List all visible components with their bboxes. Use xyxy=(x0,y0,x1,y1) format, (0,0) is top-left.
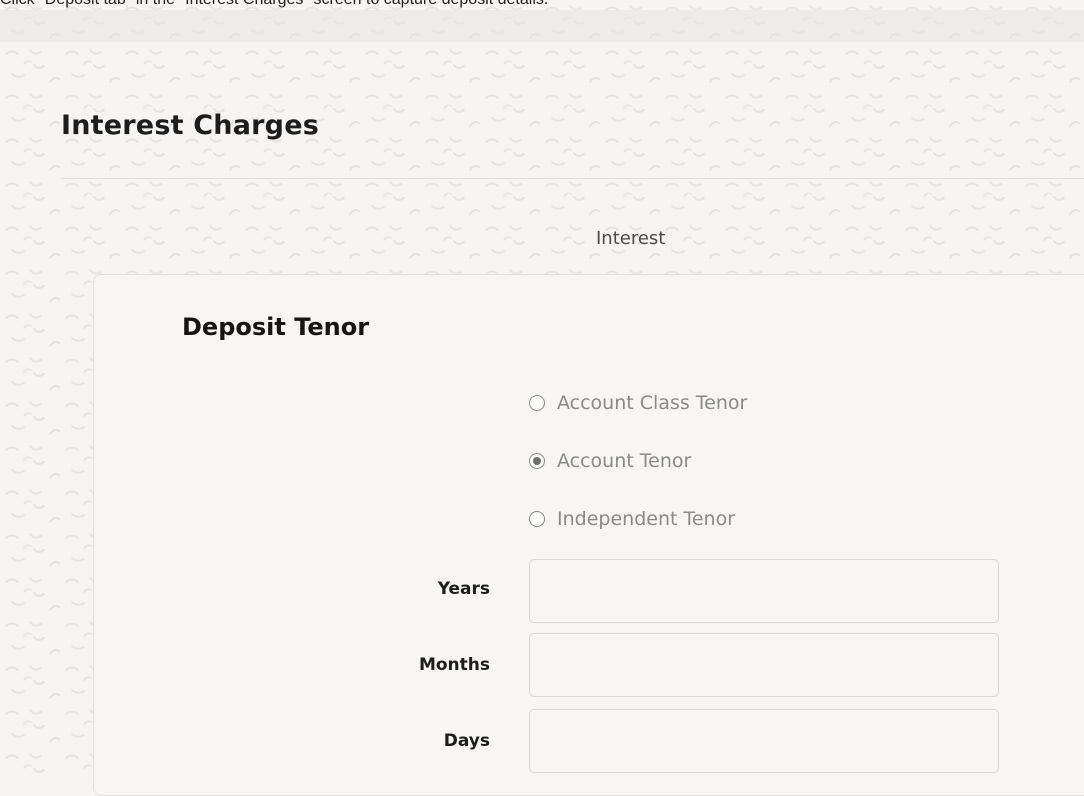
radio-independent-tenor[interactable]: Independent Tenor xyxy=(529,504,735,534)
radio-label: Independent Tenor xyxy=(557,508,736,530)
months-input[interactable] xyxy=(529,633,999,697)
radio-selected-icon xyxy=(529,453,545,469)
days-input[interactable] xyxy=(529,709,999,773)
radio-label: Account Tenor xyxy=(557,450,692,472)
radio-unselected-icon xyxy=(529,395,545,411)
radio-unselected-icon xyxy=(529,511,545,527)
caption-band xyxy=(0,10,1084,42)
radio-label: Account Class Tenor xyxy=(557,392,748,414)
title-divider xyxy=(61,178,1084,179)
years-input[interactable] xyxy=(529,559,999,623)
radio-account-class-tenor[interactable]: Account Class Tenor xyxy=(529,388,747,418)
years-label: Years xyxy=(437,579,490,599)
radio-account-tenor[interactable]: Account Tenor xyxy=(529,446,691,476)
page-title: Interest Charges xyxy=(61,110,319,141)
months-label: Months xyxy=(418,655,490,675)
tab-interest[interactable]: Interest xyxy=(596,228,665,249)
instruction-caption: Click "Deposit tab" in the "Interest Cha… xyxy=(0,0,548,11)
days-label: Days xyxy=(443,731,490,751)
section-title: Deposit Tenor xyxy=(182,313,370,341)
